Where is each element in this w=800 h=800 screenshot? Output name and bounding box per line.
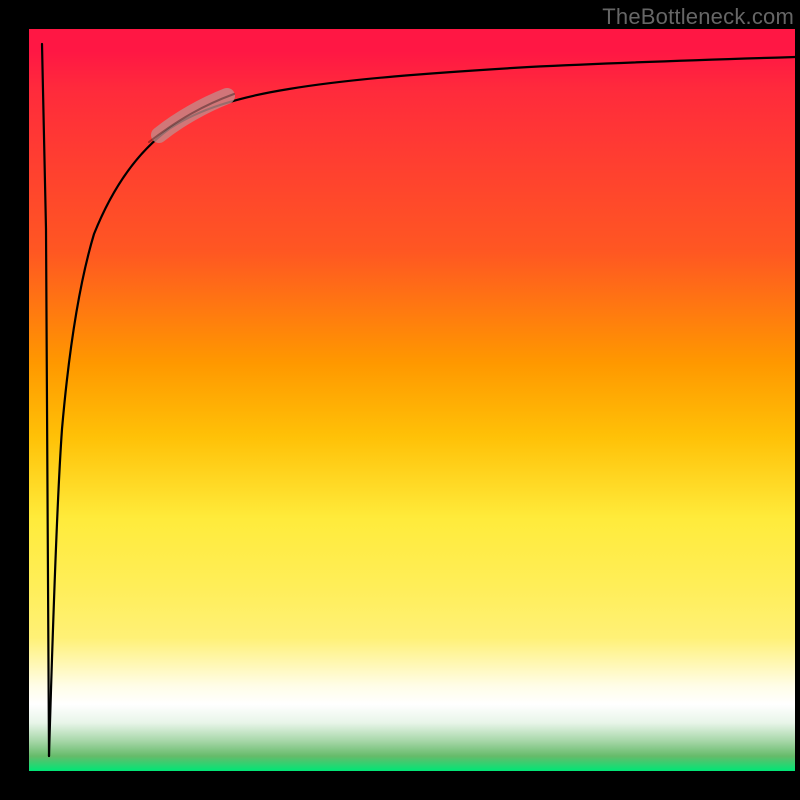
- bottleneck-curve-line: [49, 57, 795, 756]
- watermark-text: TheBottleneck.com: [602, 4, 794, 30]
- chart-frame: TheBottleneck.com: [0, 0, 800, 800]
- initial-drop-line: [42, 44, 49, 756]
- plot-area: [29, 29, 795, 771]
- curve-layer: [29, 29, 795, 771]
